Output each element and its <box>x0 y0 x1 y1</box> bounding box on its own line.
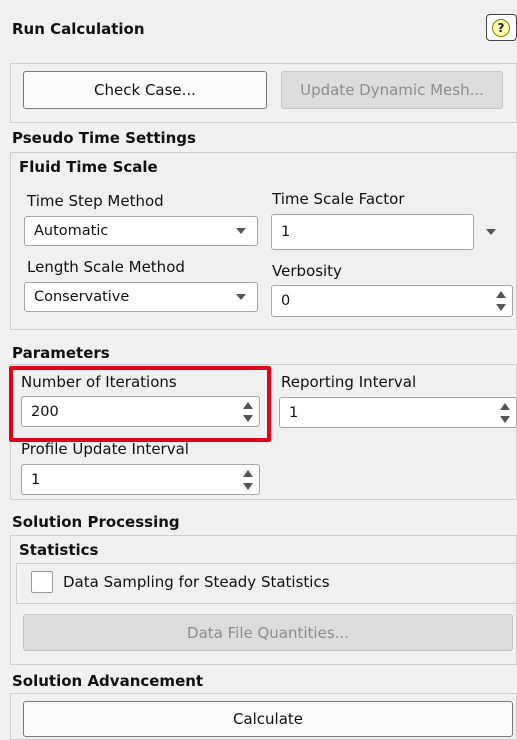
panel-title: Run Calculation <box>12 20 145 38</box>
number-of-iterations-label: Number of Iterations <box>21 373 177 391</box>
parameters-header: Parameters <box>12 344 110 362</box>
time-step-method-dropdown[interactable]: Automatic <box>24 216 258 246</box>
length-scale-method-dropdown[interactable]: Conservative <box>24 282 258 312</box>
time-scale-factor-label: Time Scale Factor <box>272 190 405 208</box>
data-sampling-checkbox[interactable] <box>31 571 53 593</box>
reporting-interval-value: 1 <box>289 404 299 421</box>
profile-update-interval-spinner[interactable]: 1 <box>21 464 260 495</box>
verbosity-spinner[interactable]: 0 <box>271 285 513 317</box>
time-scale-factor-value: 1 <box>281 224 291 240</box>
help-icon: ? <box>492 19 510 37</box>
solution-advancement-header: Solution Advancement <box>12 672 204 690</box>
verbosity-label: Verbosity <box>272 262 342 280</box>
number-of-iterations-spinner[interactable]: 200 <box>21 396 260 427</box>
data-sampling-label: Data Sampling for Steady Statistics <box>63 573 330 591</box>
help-button[interactable]: ? <box>486 14 517 41</box>
check-case-button[interactable]: Check Case... <box>23 71 267 109</box>
time-step-method-label: Time Step Method <box>27 192 164 210</box>
number-of-iterations-value: 200 <box>31 403 59 420</box>
time-step-method-value: Automatic <box>34 223 109 239</box>
profile-update-interval-value: 1 <box>31 471 41 488</box>
pseudo-time-settings-header: Pseudo Time Settings <box>12 129 196 147</box>
chevron-down-icon <box>236 294 246 300</box>
solution-processing-header: Solution Processing <box>12 513 180 531</box>
time-scale-factor-menu-icon[interactable] <box>486 229 496 235</box>
spinner-arrows-icon[interactable] <box>500 402 510 424</box>
spinner-arrows-icon[interactable] <box>243 401 253 423</box>
time-scale-factor-input[interactable]: 1 <box>271 214 474 250</box>
update-dynamic-mesh-button[interactable]: Update Dynamic Mesh... <box>281 71 503 109</box>
reporting-interval-label: Reporting Interval <box>281 373 417 391</box>
reporting-interval-spinner[interactable]: 1 <box>279 397 517 428</box>
chevron-down-icon <box>236 228 246 234</box>
profile-update-interval-label: Profile Update Interval <box>21 440 189 458</box>
data-file-quantities-button[interactable]: Data File Quantities... <box>23 614 513 651</box>
fluid-time-scale-header: Fluid Time Scale <box>19 158 158 176</box>
length-scale-method-value: Conservative <box>34 289 130 305</box>
statistics-header: Statistics <box>19 541 99 559</box>
verbosity-value: 0 <box>281 293 291 309</box>
spinner-arrows-icon[interactable] <box>243 469 253 491</box>
calculate-button[interactable]: Calculate <box>23 701 513 737</box>
length-scale-method-label: Length Scale Method <box>27 258 185 276</box>
spinner-arrows-icon[interactable] <box>496 290 506 312</box>
